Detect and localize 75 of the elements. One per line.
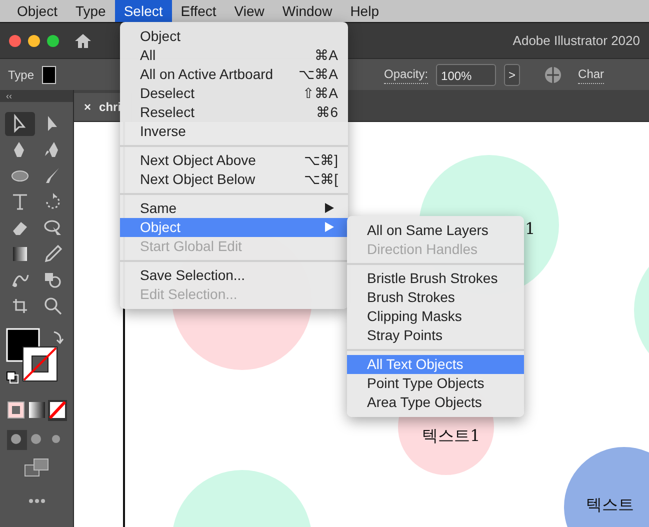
- menu-item-label: Point Type Objects: [367, 374, 484, 393]
- menu-item-label: Area Type Objects: [367, 393, 482, 412]
- screen-mode-icon[interactable]: [24, 458, 50, 478]
- menu-item-label: Edit Selection...: [140, 285, 238, 304]
- menu-bar-item[interactable]: View: [225, 0, 274, 22]
- menu-item[interactable]: Same: [120, 199, 348, 218]
- menu-bar-item[interactable]: Object: [8, 0, 66, 22]
- menu-item[interactable]: Point Type Objects: [347, 374, 524, 393]
- menu-item-label: Brush Strokes: [367, 288, 455, 307]
- window-title: Adobe Illustrator 2020: [512, 32, 640, 50]
- opacity-field[interactable]: 100%: [436, 64, 496, 86]
- color-mode-buttons-drawing[interactable]: [6, 400, 66, 422]
- menu-item[interactable]: All on Active Artboard ⌥⌘A: [120, 65, 348, 84]
- lasso-icon[interactable]: [43, 218, 63, 238]
- menu-item-label: Start Global Edit: [140, 237, 242, 256]
- menu-item[interactable]: Next Object Below ⌥⌘[: [120, 170, 348, 189]
- shortcut-label: ⌥⌘A: [298, 65, 338, 84]
- opacity-arrow-button[interactable]: >: [504, 64, 520, 86]
- canvas-text: 텍스트1: [422, 425, 480, 447]
- fill-swatch[interactable]: [42, 66, 56, 84]
- menu-item[interactable]: Next Object Above ⌥⌘]: [120, 151, 348, 170]
- menu-item[interactable]: Save Selection...: [120, 266, 348, 285]
- menu-bar-item[interactable]: Help: [341, 0, 388, 22]
- menu-bar-item[interactable]: Type: [66, 0, 115, 22]
- menu-item[interactable]: Bristle Brush Strokes: [347, 269, 524, 288]
- panel-collapse-button[interactable]: ‹‹: [0, 90, 73, 102]
- canvas-text: 1: [525, 218, 536, 240]
- menu-item[interactable]: All on Same Layers: [347, 221, 524, 240]
- menu-item[interactable]: Stray Points: [347, 326, 524, 345]
- menu-item-label: All on Same Layers: [367, 221, 488, 240]
- shortcut-label: ⌥⌘]: [304, 151, 338, 170]
- menu-item-label: Clipping Masks: [367, 307, 462, 326]
- menu-item[interactable]: All ⌘A: [120, 46, 348, 65]
- menu-item-label: Next Object Below: [140, 170, 256, 189]
- menu-item-label: Object: [140, 27, 180, 46]
- shortcut-label: ⇧⌘A: [302, 84, 338, 103]
- selection-type-label: Type: [8, 66, 34, 84]
- menu-item[interactable]: Reselect ⌘6: [120, 103, 348, 122]
- type-tool-icon[interactable]: [10, 192, 30, 212]
- menu-item-label: All: [140, 46, 156, 65]
- shape-builder-icon[interactable]: [43, 270, 63, 290]
- gradient-tool-icon[interactable]: [10, 244, 30, 264]
- menu-item-label: Object: [140, 218, 180, 237]
- menu-item[interactable]: Area Type Objects: [347, 393, 524, 412]
- menu-bar-item[interactable]: Effect: [172, 0, 226, 22]
- menu-item-label: Same: [140, 199, 177, 218]
- canvas-text: 텍스트: [586, 494, 634, 516]
- minimize-button[interactable]: [28, 34, 40, 46]
- shortcut-label: ⌥⌘[: [304, 170, 338, 189]
- menu-bar-item[interactable]: Window: [273, 0, 342, 22]
- more-tools-icon[interactable]: [28, 498, 46, 504]
- shortcut-label: ⌘6: [316, 103, 338, 122]
- opacity-label: Opacity:: [384, 65, 428, 84]
- character-panel-link[interactable]: Char: [578, 65, 604, 84]
- menu-item-label: Save Selection...: [140, 266, 246, 285]
- menu-item-label: Next Object Above: [140, 151, 256, 170]
- menu-item-label: All Text Objects: [367, 355, 464, 374]
- menu-item-label: Reselect: [140, 103, 194, 122]
- menu-item-label: Stray Points: [367, 326, 442, 345]
- menu-item[interactable]: Deselect ⇧⌘A: [120, 84, 348, 103]
- menu-item-label: Deselect: [140, 84, 194, 103]
- menu-item-label: Bristle Brush Strokes: [367, 269, 498, 288]
- menu-item-label: Inverse: [140, 122, 186, 141]
- menu-item-label: Direction Handles: [367, 240, 478, 259]
- menu-item[interactable]: Clipping Masks: [347, 307, 524, 326]
- menu-item-label: All on Active Artboard: [140, 65, 274, 84]
- menu-bar-item[interactable]: Select: [114, 0, 172, 22]
- menu-item[interactable]: Object: [120, 27, 348, 46]
- close-button[interactable]: [9, 34, 21, 46]
- menu-item[interactable]: Brush Strokes: [347, 288, 524, 307]
- zoom-tool-icon[interactable]: [43, 296, 63, 316]
- home-icon[interactable]: [74, 32, 92, 48]
- menu-item[interactable]: Inverse: [120, 122, 348, 141]
- shortcut-label: ⌘A: [314, 46, 338, 65]
- zoom-button[interactable]: [47, 34, 59, 46]
